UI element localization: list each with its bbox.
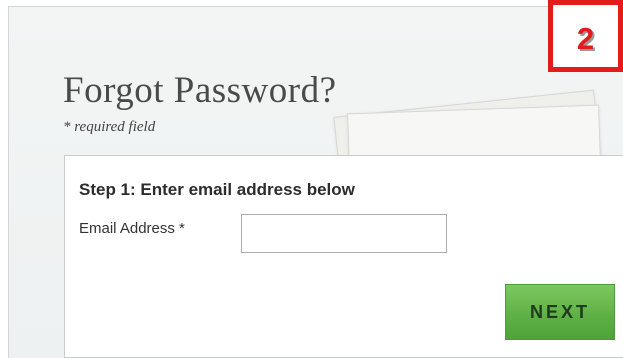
email-label: Email Address * (79, 220, 185, 237)
required-field-note: * required field (63, 119, 156, 135)
step-heading: Step 1: Enter email address below (79, 180, 355, 199)
page-title: Forgot Password? (63, 70, 337, 111)
next-button[interactable]: NEXT (505, 284, 615, 340)
email-field[interactable] (241, 214, 447, 253)
step-number-badge: 2 (548, 0, 623, 72)
forgot-password-form: Step 1: Enter email address below Email … (64, 155, 623, 358)
step-number: 2 (576, 21, 595, 56)
forgot-password-panel: Forgot Password? * required field Step 1… (8, 6, 623, 358)
